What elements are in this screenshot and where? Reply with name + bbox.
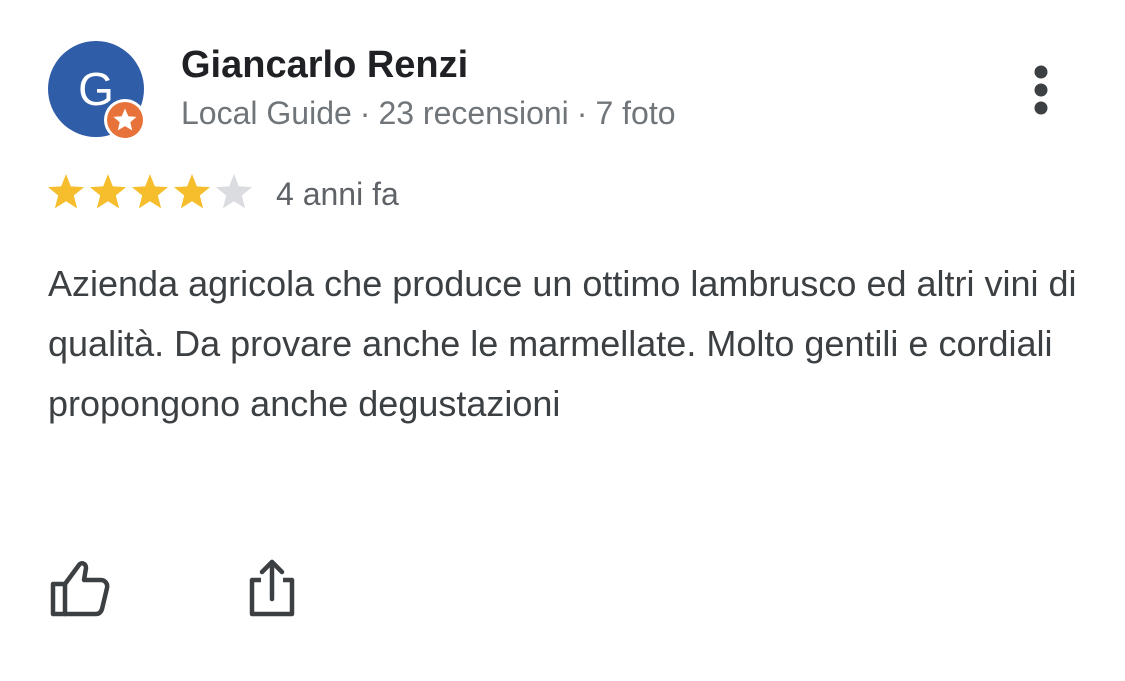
share-button[interactable] — [244, 556, 300, 620]
review-text: Azienda agricola che produce un ottimo l… — [48, 263, 1077, 424]
more-vert-icon — [1034, 65, 1048, 115]
star-filled-icon — [89, 174, 127, 209]
meta-separator: · — [359, 95, 371, 131]
star-filled-icon — [131, 174, 169, 209]
author-reviews-count: 23 recensioni — [378, 95, 569, 131]
review-time: 4 anni fa — [276, 176, 399, 212]
like-button[interactable] — [48, 556, 112, 620]
author-role: Local Guide — [181, 95, 352, 131]
more-options-button[interactable] — [1016, 58, 1066, 122]
star-filled-icon — [173, 174, 211, 209]
author-photos-count: 7 foto — [595, 95, 676, 131]
star-filled-icon — [47, 174, 85, 209]
local-guide-star-icon — [107, 102, 143, 138]
star-empty-icon — [215, 174, 253, 209]
star-rating — [47, 174, 253, 209]
share-icon — [249, 559, 295, 617]
author-meta: Local Guide · 23 recensioni · 7 foto — [181, 95, 676, 132]
meta-separator: · — [576, 95, 588, 131]
author-name[interactable]: Giancarlo Renzi — [181, 44, 468, 87]
thumbs-up-icon — [50, 561, 110, 617]
local-guide-badge — [104, 99, 146, 141]
